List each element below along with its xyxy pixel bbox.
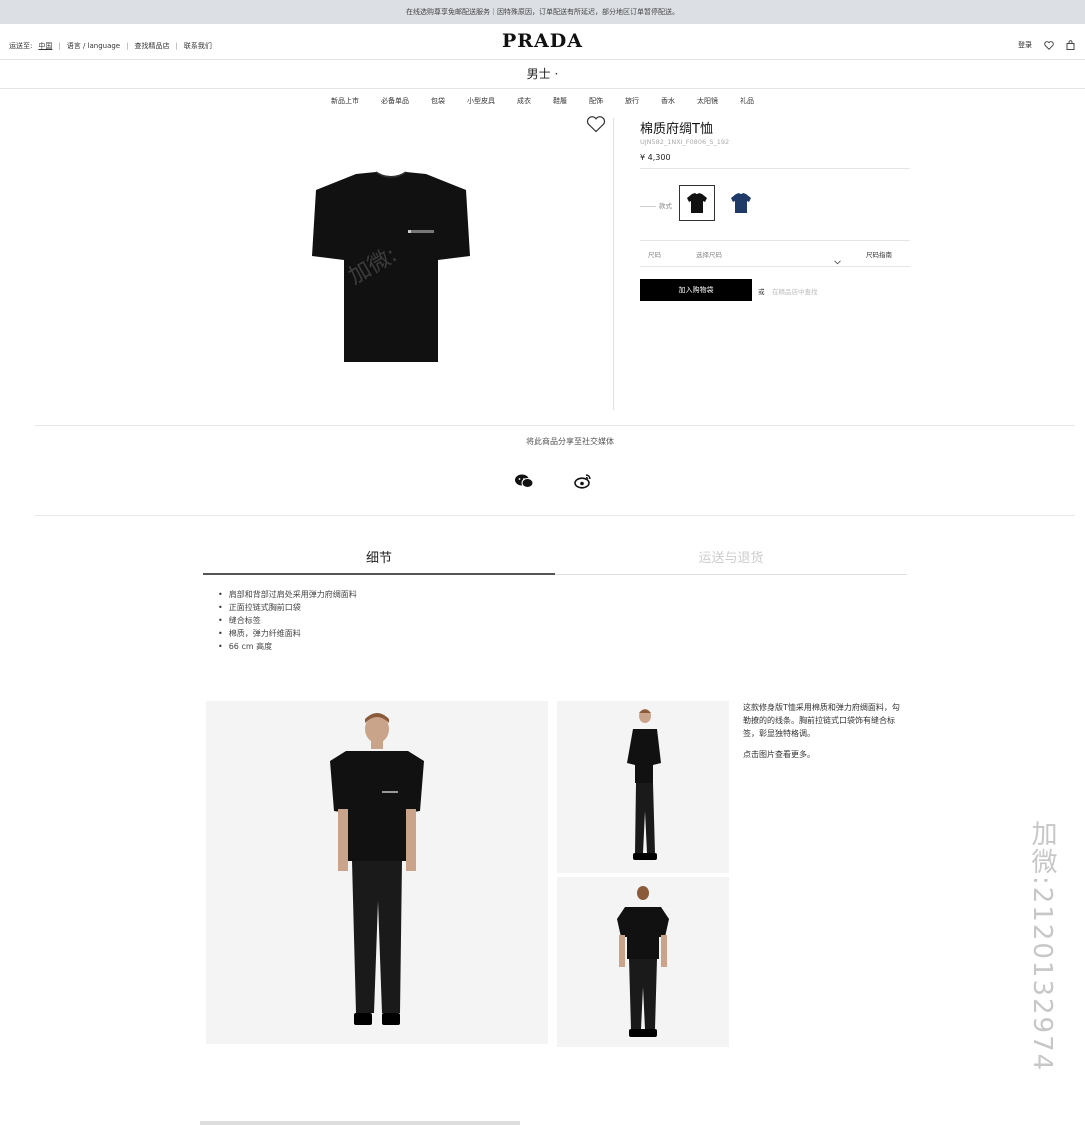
divider — [35, 425, 1075, 426]
nav-item[interactable]: 新品上市 — [331, 96, 359, 106]
product-code: UJN582_1NXI_F0806_S_192 — [640, 138, 730, 146]
prada-logo[interactable]: PRADA — [0, 30, 1085, 52]
list-item: 正面拉链式胸前口袋 — [218, 601, 357, 614]
list-item: 66 cm 高度 — [218, 640, 357, 653]
share-title: 将此商品分享至社交媒体 — [526, 437, 614, 446]
find-in-store-link[interactable]: 在精品店中查找 — [772, 286, 818, 296]
nav-item[interactable]: 成衣 — [517, 96, 531, 106]
heart-icon[interactable] — [1044, 40, 1054, 50]
top-notice-bar: 在线选购尊享免邮配送服务｜因特殊原因，订单配送有所延迟，部分地区订单暂停配送。 — [0, 0, 1085, 24]
notice-text: 在线选购尊享免邮配送服务｜因特殊原因，订单配送有所延迟，部分地区订单暂停配送。 — [406, 8, 679, 16]
nav-item[interactable]: 礼品 — [740, 96, 754, 106]
or-text: 或 — [758, 288, 765, 296]
bag-icon[interactable] — [1066, 40, 1075, 50]
color-swatch-black[interactable] — [679, 185, 715, 221]
tab-underline — [555, 574, 907, 575]
product-title: 棉质府绸T恤 — [640, 122, 713, 137]
list-item: 棉质，弹力纤维面料 — [218, 627, 357, 640]
gallery-image-model-side[interactable] — [557, 701, 729, 873]
description-more-hint: 点击图片查看更多。 — [743, 750, 815, 759]
tab-details[interactable]: 细节 — [203, 547, 555, 566]
add-to-bag-button[interactable]: 加入购物袋 — [640, 279, 752, 301]
category-nav: 新品上市 必备单品 包袋 小型皮具 成衣 鞋履 配饰 旅行 香水 太阳镜 礼品 — [0, 96, 1085, 106]
site-header: 运送至: 中国 | 语言 / language | 查找精品店 | 联系我们 P… — [0, 24, 1085, 60]
divider — [640, 266, 910, 267]
size-label: 尺码 — [648, 251, 661, 259]
header-actions: 登录 — [1018, 40, 1075, 50]
divider — [640, 168, 910, 169]
nav-item[interactable]: 配饰 — [589, 96, 603, 106]
bottom-strip — [200, 1121, 520, 1125]
nav-item[interactable]: 小型皮具 — [467, 96, 495, 106]
size-select[interactable]: 选择尺码 — [696, 249, 842, 259]
size-guide-link[interactable]: 尺码指南 — [866, 249, 892, 259]
divider — [640, 240, 910, 241]
list-item: 肩部和背部过肩处采用弹力府绸面料 — [218, 588, 357, 601]
watermark-text: 加微:2120132974 — [1027, 820, 1057, 1073]
product-image-tshirt[interactable]: 加微: — [306, 168, 476, 368]
list-item: 缝合标签 — [218, 614, 357, 627]
wishlist-heart-icon[interactable] — [586, 116, 606, 137]
style-label: 款式 — [640, 200, 672, 210]
product-price: ¥ 4,300 — [640, 153, 671, 162]
product-description: 这款修身版T恤采用棉质和弹力府绸面料，勾勒撩的的线条。胸前拉链式口袋饰有缝合标签… — [743, 703, 900, 738]
nav-item[interactable]: 鞋履 — [553, 96, 567, 106]
color-swatch-navy[interactable] — [723, 185, 759, 221]
gallery-image-model-back[interactable] — [557, 877, 729, 1047]
section-title: 男士 · — [526, 67, 559, 81]
divider-vertical — [613, 118, 614, 410]
nav-item[interactable]: 必备单品 — [381, 96, 409, 106]
divider — [0, 88, 1085, 89]
login-link[interactable]: 登录 — [1018, 40, 1032, 50]
wechat-icon[interactable] — [514, 473, 534, 493]
nav-item[interactable]: 包袋 — [431, 96, 445, 106]
details-list: 肩部和背部过肩处采用弹力府绸面料 正面拉链式胸前口袋 缝合标签 棉质，弹力纤维面… — [218, 588, 357, 653]
tab-active-indicator — [203, 573, 555, 575]
weibo-icon[interactable] — [574, 473, 592, 493]
divider — [35, 515, 1075, 516]
nav-item[interactable]: 旅行 — [625, 96, 639, 106]
gallery-image-model-front[interactable] — [206, 701, 548, 1044]
nav-item[interactable]: 太阳镜 — [697, 96, 718, 106]
nav-item[interactable]: 香水 — [661, 96, 675, 106]
tab-shipping-returns[interactable]: 运送与退货 — [555, 547, 907, 566]
